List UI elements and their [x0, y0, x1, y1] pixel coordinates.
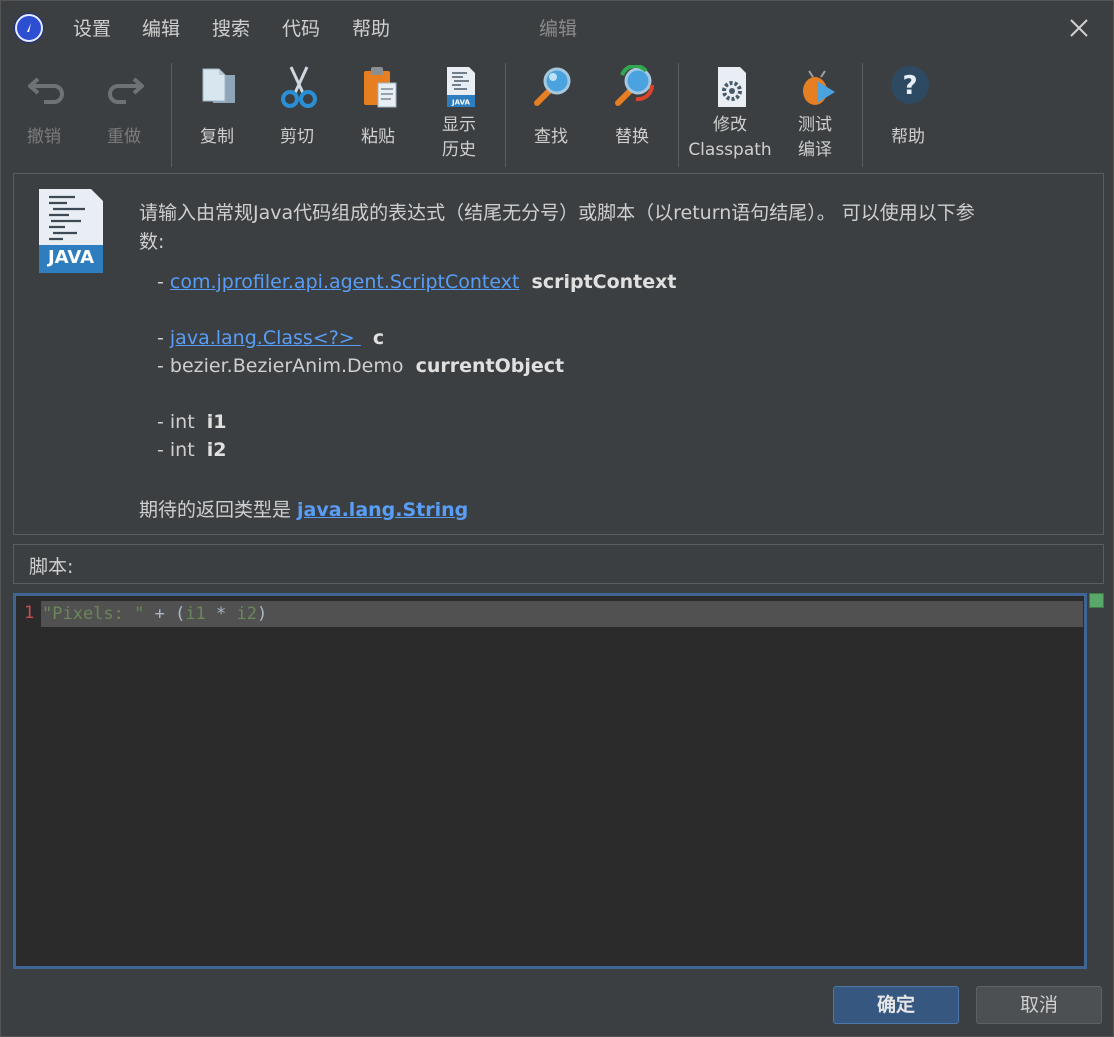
svg-text:?: ?	[902, 71, 917, 101]
intro-text-line2: 数:	[139, 231, 165, 253]
redo-icon	[108, 77, 144, 104]
param-type: bezier.BezierAnim.Demo	[169, 355, 404, 377]
svg-text:JAVA: JAVA	[451, 99, 470, 107]
toolbar-separator	[678, 63, 679, 167]
help-icon: ?	[891, 66, 929, 104]
bug-play-icon	[803, 70, 835, 105]
code-operator: *	[205, 604, 237, 624]
param-row: - bezier.BezierAnim.Demo currentObject	[157, 355, 565, 377]
param-row: - java.lang.Class<?> c	[157, 327, 385, 349]
history-label-line2: 历史	[442, 140, 476, 160]
cut-button[interactable]: 剪切	[257, 63, 337, 171]
find-button[interactable]: 查找	[511, 63, 591, 171]
show-history-button[interactable]: JAVA 显示 历史	[419, 63, 499, 171]
toolbar-separator	[171, 63, 172, 167]
copy-button[interactable]: 复制	[177, 63, 257, 171]
script-label: 脚本:	[29, 556, 74, 578]
menu-search[interactable]: 搜索	[212, 15, 250, 43]
intro-text-line1: 请输入由常规Java代码组成的表达式（结尾无分号）或脚本（以return语句结尾…	[139, 202, 975, 224]
close-icon	[1070, 19, 1088, 37]
toolbar-separator	[862, 63, 863, 167]
line-number: 1	[24, 603, 35, 623]
return-type-row: 期待的返回类型是 java.lang.String	[139, 499, 469, 521]
replace-label: 替换	[615, 127, 649, 147]
toolbar: 撤销 重做 复制 剪切 粘贴 JAVA 显示 历史 查找 替换 修改 Class…	[1, 55, 1113, 171]
toolbar-separator	[505, 63, 506, 167]
replace-icon	[615, 65, 655, 106]
return-type-link[interactable]: java.lang.String	[297, 499, 468, 521]
code-paren: )	[257, 604, 268, 624]
clipboard-icon	[364, 67, 397, 108]
code-variable: i2	[236, 604, 257, 624]
menu-edit[interactable]: 编辑	[142, 15, 180, 43]
search-icon	[534, 67, 571, 106]
java-logo-label: JAVA	[47, 247, 95, 268]
param-type-link[interactable]: com.jprofiler.api.agent.ScriptContext	[170, 271, 520, 293]
compile-label-line2: 编译	[798, 140, 832, 160]
param-row: - com.jprofiler.api.agent.ScriptContext …	[157, 271, 677, 293]
redo-label: 重做	[107, 127, 141, 147]
menu-code[interactable]: 代码	[282, 15, 320, 43]
scissors-icon	[281, 66, 317, 108]
param-name: i1	[206, 411, 227, 433]
param-name: i2	[206, 439, 227, 461]
history-label-line1: 显示	[442, 115, 476, 135]
description-panel: JAVA 请输入由常规Java代码组成的表达式（结尾无分号）或脚本（以retur…	[13, 173, 1104, 535]
java-file-icon: JAVA	[447, 67, 475, 107]
param-type-link[interactable]: java.lang.Class<?>	[170, 327, 361, 349]
script-header: 脚本:	[13, 544, 1104, 584]
param-name: c	[372, 327, 385, 349]
test-compile-button[interactable]: 测试 编译	[775, 63, 855, 171]
script-editor-dialog: 设置 编辑 搜索 代码 帮助 编辑 撤销 重做 复制 剪切 粘贴 JAVA 显示…	[0, 0, 1114, 1037]
undo-icon	[28, 77, 64, 104]
redo-button[interactable]: 重做	[84, 63, 164, 171]
help-label: 帮助	[891, 127, 925, 147]
undo-button[interactable]: 撤销	[4, 63, 84, 171]
help-button[interactable]: ? 帮助	[868, 63, 948, 171]
param-type: int	[169, 411, 195, 433]
code-operator: + (	[144, 604, 186, 624]
paste-button[interactable]: 粘贴	[338, 63, 418, 171]
param-row: - int i2	[157, 439, 227, 461]
cancel-button[interactable]: 取消	[976, 986, 1102, 1024]
menu-settings[interactable]: 设置	[73, 15, 111, 43]
param-type: int	[169, 439, 195, 461]
menu-help[interactable]: 帮助	[352, 15, 390, 43]
modify-classpath-button[interactable]: 修改 Classpath	[688, 63, 772, 171]
code-string-literal: "Pixels: "	[42, 604, 145, 624]
code-variable: i1	[185, 604, 206, 624]
app-logo-icon	[15, 14, 43, 42]
copy-icon	[202, 68, 235, 103]
param-name: currentObject	[415, 355, 565, 377]
compile-label-line1: 测试	[798, 115, 832, 135]
replace-button[interactable]: 替换	[592, 63, 672, 171]
window-title: 编辑	[539, 18, 578, 40]
close-button[interactable]	[1064, 13, 1094, 43]
param-name: scriptContext	[531, 271, 677, 293]
code-editor[interactable]: 1 "Pixels: " + (i1 * i2)	[13, 593, 1087, 969]
param-row: - int i1	[157, 411, 227, 433]
status-ok-indicator	[1089, 593, 1104, 608]
gear-file-icon	[718, 67, 746, 107]
menu-bar: 设置 编辑 搜索 代码 帮助 编辑	[1, 1, 1113, 55]
code-line[interactable]: "Pixels: " + (i1 * i2)	[42, 604, 267, 624]
ok-button[interactable]: 确定	[833, 986, 959, 1024]
